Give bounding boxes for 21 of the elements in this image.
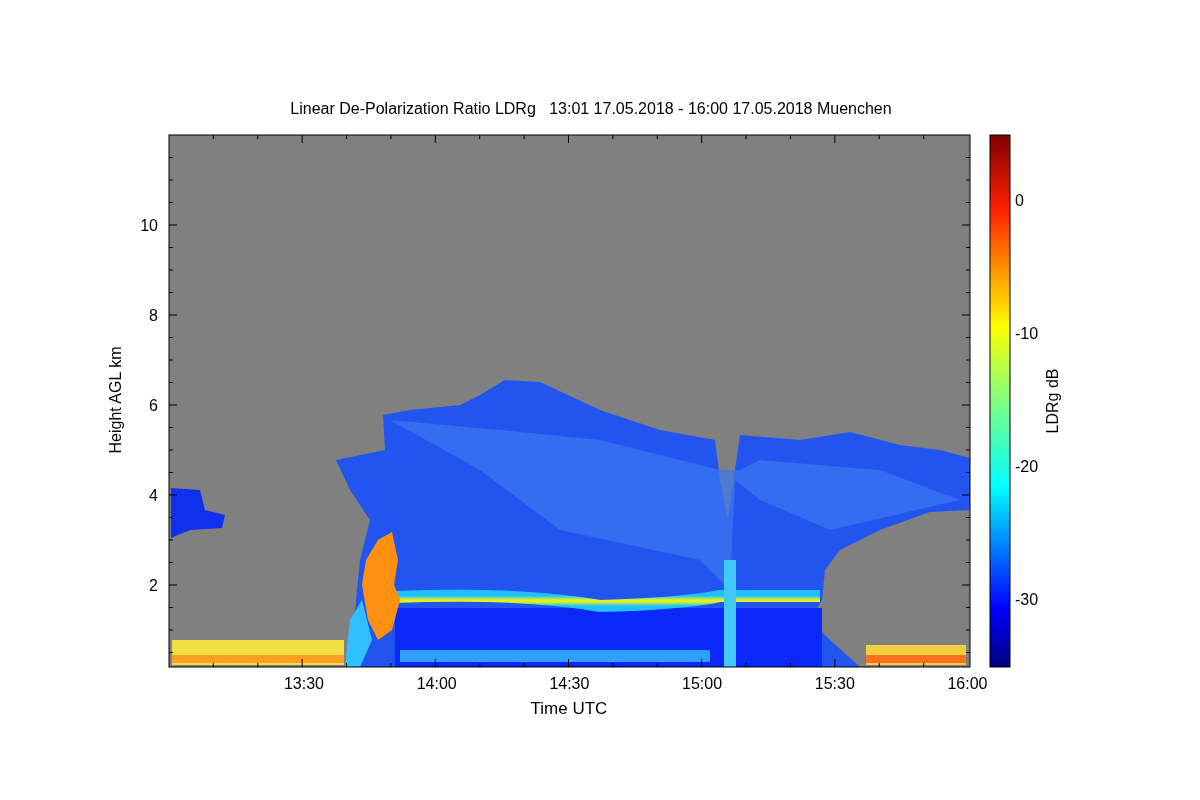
x-tick-label: 15:30 xyxy=(814,675,855,692)
y-axis-label: Height AGL km xyxy=(107,346,124,454)
x-tick-label: 14:00 xyxy=(416,675,457,692)
small-cloud-patch xyxy=(171,488,225,538)
y-tick-label: 6 xyxy=(149,397,158,414)
colorbar-tick-label: -20 xyxy=(1015,458,1039,475)
x-tick-label: 14:30 xyxy=(549,675,590,692)
colorbar-tick-label: 0 xyxy=(1015,192,1024,209)
x-tick-label: 16:00 xyxy=(947,675,988,692)
y-tick-label: 2 xyxy=(149,577,158,594)
chart-title: Linear De-Polarization Ratio LDRg 13:01 17.05.2018 - 16:00 17.05.2018 Muenchen xyxy=(290,100,892,117)
y-tick-label: 8 xyxy=(149,307,158,324)
x-tick-label: 13:30 xyxy=(284,675,324,692)
y-tick-label: 10 xyxy=(140,217,158,234)
colorbar-tick-label: -30 xyxy=(1015,591,1039,608)
x-tick-label: 15:00 xyxy=(682,675,723,692)
colorbar-tick-label: -10 xyxy=(1015,325,1039,342)
colorbar-label: LDRg dB xyxy=(1044,368,1061,434)
x-axis-label: Time UTC xyxy=(530,699,608,718)
cloud-edge-patch xyxy=(345,600,372,667)
y-tick-label: 4 xyxy=(149,487,158,504)
